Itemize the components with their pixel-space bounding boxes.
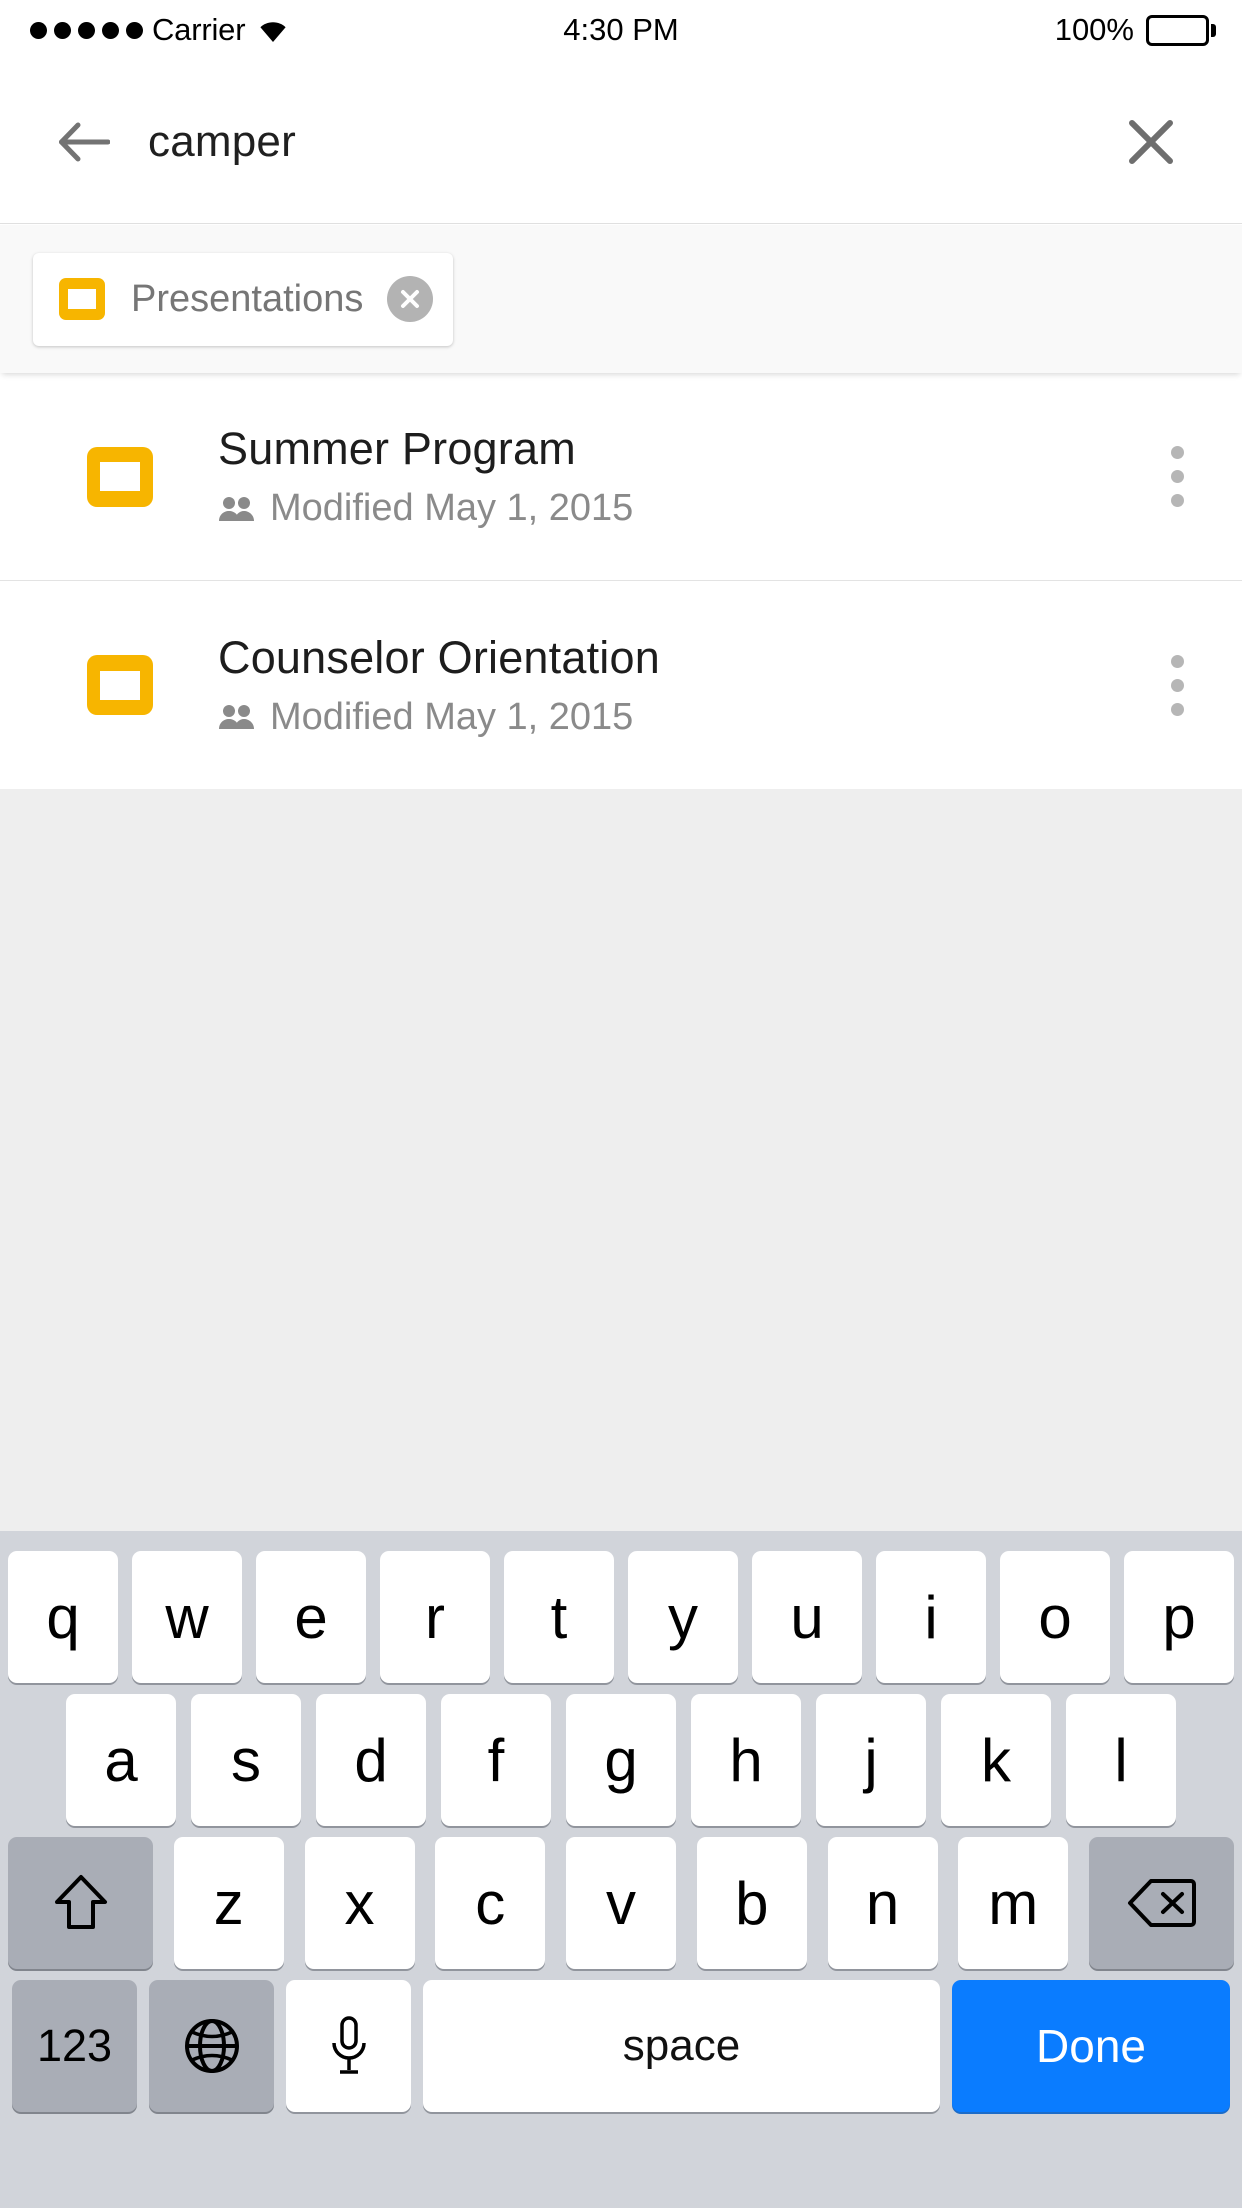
key-i[interactable]: i xyxy=(876,1551,986,1683)
result-text-block: Counselor Orientation Modified May 1, 20… xyxy=(218,632,660,739)
search-input[interactable]: camper xyxy=(148,117,1116,167)
key-g[interactable]: g xyxy=(566,1694,676,1826)
key-x[interactable]: x xyxy=(304,1837,415,1969)
onscreen-keyboard: q w e r t y u i o p a s d f g h j k l z … xyxy=(0,1531,1242,2208)
shift-arrow-icon xyxy=(54,1875,107,1929)
slides-file-icon xyxy=(87,446,153,507)
key-d[interactable]: d xyxy=(316,1694,426,1826)
remove-filter-icon[interactable] xyxy=(387,276,434,322)
numbers-key[interactable]: 123 xyxy=(12,1980,137,2112)
key-l[interactable]: l xyxy=(1066,1694,1176,1826)
key-s[interactable]: s xyxy=(191,1694,301,1826)
result-subtitle: Modified May 1, 2015 xyxy=(270,487,634,529)
battery-full-icon xyxy=(1146,14,1216,46)
key-a[interactable]: a xyxy=(66,1694,176,1826)
key-q[interactable]: q xyxy=(8,1551,118,1683)
backspace-delete-icon xyxy=(1127,1879,1196,1927)
result-title: Counselor Orientation xyxy=(218,631,660,683)
clear-search-button[interactable] xyxy=(1116,107,1186,177)
people-shared-icon xyxy=(219,496,254,521)
filter-chip-label: Presentations xyxy=(131,277,364,320)
keyboard-row-1: q w e r t y u i o p xyxy=(0,1551,1242,1694)
app-screen: Carrier 4:30 PM 100% camper Presentation… xyxy=(0,0,1242,2208)
keyboard-row-2: a s d f g h j k l xyxy=(0,1694,1242,1837)
key-u[interactable]: u xyxy=(752,1551,862,1683)
people-shared-icon xyxy=(219,705,254,729)
key-m[interactable]: m xyxy=(958,1837,1069,1969)
slides-file-icon xyxy=(87,655,153,715)
key-b[interactable]: b xyxy=(696,1837,807,1969)
key-e[interactable]: e xyxy=(256,1551,366,1683)
filter-chip-presentations[interactable]: Presentations xyxy=(33,252,454,346)
key-n[interactable]: n xyxy=(827,1837,938,1969)
done-key[interactable]: Done xyxy=(952,1980,1230,2112)
result-icon-wrap xyxy=(80,446,160,507)
table-row[interactable]: Counselor Orientation Modified May 1, 20… xyxy=(0,581,1242,789)
key-t[interactable]: t xyxy=(504,1551,614,1683)
result-subtitle-row: Modified May 1, 2015 xyxy=(218,487,633,530)
back-button[interactable] xyxy=(56,114,112,170)
key-p[interactable]: p xyxy=(1124,1551,1234,1683)
key-f[interactable]: f xyxy=(441,1694,551,1826)
keyboard-row-3: z x c v b n m xyxy=(0,1837,1242,1980)
key-z[interactable]: z xyxy=(173,1837,284,1969)
globe-key[interactable] xyxy=(149,1980,274,2112)
key-w[interactable]: w xyxy=(132,1551,242,1683)
key-r[interactable]: r xyxy=(380,1551,490,1683)
space-key[interactable]: space xyxy=(423,1980,940,2112)
close-x-icon xyxy=(1129,119,1173,164)
search-results-list: Summer Program Modified May 1, 2015 Coun… xyxy=(0,373,1242,789)
key-h[interactable]: h xyxy=(691,1694,801,1826)
empty-results-area xyxy=(0,789,1242,1531)
slides-file-icon xyxy=(59,278,105,320)
key-c[interactable]: c xyxy=(435,1837,546,1969)
keyboard-row-4: 123 space Done xyxy=(0,1980,1242,2123)
battery-percent-label: 100% xyxy=(1054,12,1134,47)
result-icon-wrap xyxy=(80,655,160,715)
table-row[interactable]: Summer Program Modified May 1, 2015 xyxy=(0,373,1242,581)
status-bar: Carrier 4:30 PM 100% xyxy=(0,0,1242,60)
key-o[interactable]: o xyxy=(1000,1551,1110,1683)
result-subtitle-row: Modified May 1, 2015 xyxy=(218,696,660,739)
key-y[interactable]: y xyxy=(628,1551,738,1683)
search-bar: camper xyxy=(0,60,1242,224)
filter-chip-bar: Presentations xyxy=(0,225,1242,373)
result-title: Summer Program xyxy=(218,423,576,474)
overflow-menu-icon[interactable] xyxy=(1112,581,1242,789)
back-arrow-icon xyxy=(59,122,110,161)
overflow-menu-icon[interactable] xyxy=(1112,373,1242,580)
key-k[interactable]: k xyxy=(941,1694,1051,1826)
result-text-block: Summer Program Modified May 1, 2015 xyxy=(218,423,633,530)
microphone-icon xyxy=(331,2016,366,2074)
result-subtitle: Modified May 1, 2015 xyxy=(270,695,634,738)
dictation-key[interactable] xyxy=(286,1980,411,2112)
backspace-key[interactable] xyxy=(1089,1837,1234,1969)
shift-key[interactable] xyxy=(8,1837,153,1969)
globe-language-icon xyxy=(184,2019,239,2073)
status-bar-right: 100% xyxy=(1055,0,1216,60)
key-j[interactable]: j xyxy=(816,1694,926,1826)
key-v[interactable]: v xyxy=(566,1837,676,1969)
